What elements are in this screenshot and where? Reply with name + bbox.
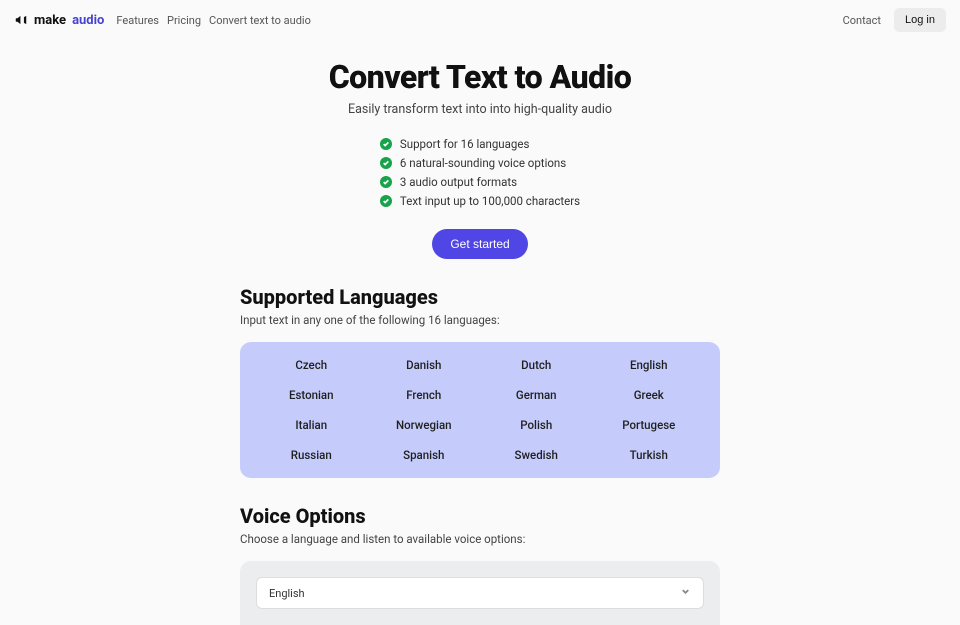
chevron-down-icon — [680, 586, 691, 600]
megaphone-icon — [14, 13, 28, 27]
language-cell: Portugese — [598, 418, 701, 432]
language-cell: Danish — [373, 358, 476, 372]
check-icon — [380, 157, 392, 169]
feature-item: 6 natural-sounding voice options — [380, 156, 580, 170]
language-cell: French — [373, 388, 476, 402]
language-cell: Greek — [598, 388, 701, 402]
languages-subtitle: Input text in any one of the following 1… — [240, 313, 720, 327]
language-cell: Italian — [260, 418, 363, 432]
feature-label: Text input up to 100,000 characters — [400, 194, 580, 208]
feature-item: 3 audio output formats — [380, 175, 580, 189]
feature-label: Support for 16 languages — [400, 137, 529, 151]
nav-links: Features Pricing Convert text to audio — [116, 14, 310, 27]
languages-section: Supported Languages Input text in any on… — [240, 285, 720, 478]
voice-language-select[interactable]: English — [256, 577, 704, 609]
languages-title: Supported Languages — [240, 285, 720, 309]
language-cell: Swedish — [485, 448, 588, 462]
language-cell: Estonian — [260, 388, 363, 402]
nav-link-contact[interactable]: Contact — [843, 14, 881, 27]
nav-left: make audio Features Pricing Convert text … — [14, 13, 311, 28]
language-cell: Turkish — [598, 448, 701, 462]
voice-subtitle: Choose a language and listen to availabl… — [240, 532, 720, 546]
page-title: Convert Text to Audio — [0, 58, 960, 96]
hero: Convert Text to Audio Easily transform t… — [0, 40, 960, 259]
language-cell: Dutch — [485, 358, 588, 372]
get-started-button[interactable]: Get started — [432, 229, 527, 259]
check-icon — [380, 195, 392, 207]
language-cell: Czech — [260, 358, 363, 372]
brand-link[interactable]: make audio — [14, 13, 104, 28]
language-cell: Polish — [485, 418, 588, 432]
check-icon — [380, 138, 392, 150]
feature-item: Support for 16 languages — [380, 137, 580, 151]
voice-section: Voice Options Choose a language and list… — [240, 504, 720, 625]
nav-link-features[interactable]: Features — [116, 14, 159, 27]
nav-link-convert[interactable]: Convert text to audio — [209, 14, 311, 27]
language-cell: Spanish — [373, 448, 476, 462]
nav-link-pricing[interactable]: Pricing — [167, 14, 201, 27]
voice-select-panel: English — [240, 561, 720, 625]
language-cell: English — [598, 358, 701, 372]
brand-audio: audio — [72, 13, 104, 28]
language-cell: Russian — [260, 448, 363, 462]
languages-grid: Czech Danish Dutch English Estonian Fren… — [240, 342, 720, 478]
feature-item: Text input up to 100,000 characters — [380, 194, 580, 208]
voice-selected-label: English — [269, 587, 305, 600]
voice-title: Voice Options — [240, 504, 720, 528]
brand-make: make — [34, 13, 66, 28]
language-cell: Norwegian — [373, 418, 476, 432]
feature-label: 6 natural-sounding voice options — [400, 156, 566, 170]
navbar: make audio Features Pricing Convert text … — [0, 0, 960, 40]
login-button[interactable]: Log in — [894, 8, 946, 32]
check-icon — [380, 176, 392, 188]
features-list: Support for 16 languages 6 natural-sound… — [380, 137, 580, 213]
nav-right: Contact Log in — [843, 8, 946, 32]
language-cell: German — [485, 388, 588, 402]
page-subtitle: Easily transform text into into high-qua… — [0, 102, 960, 117]
feature-label: 3 audio output formats — [400, 175, 517, 189]
